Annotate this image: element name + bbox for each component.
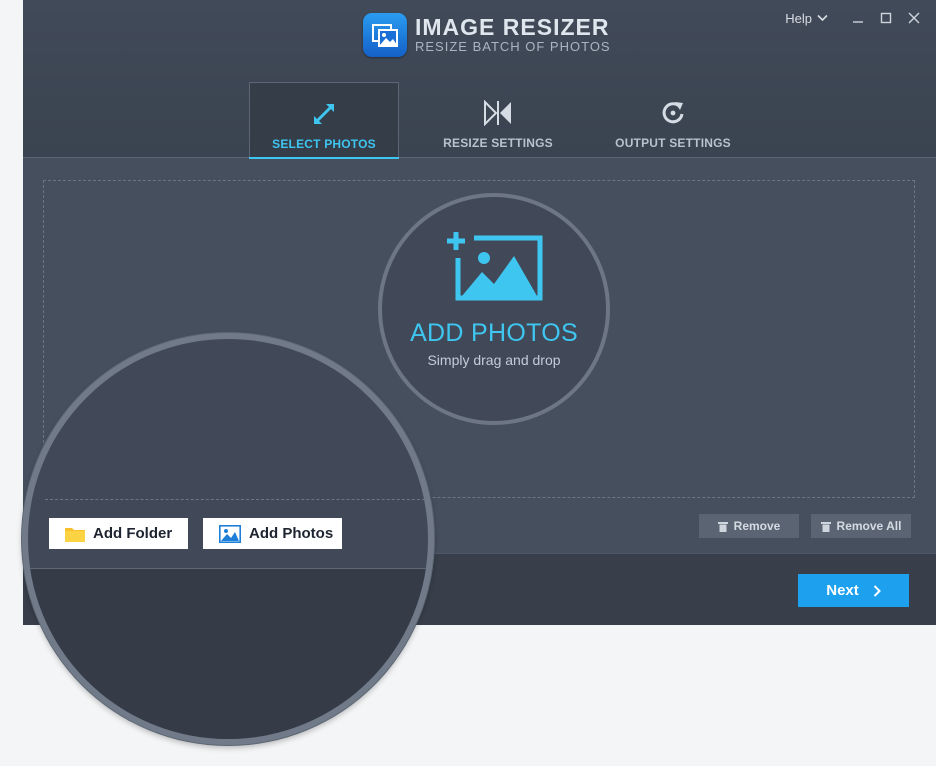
tab-label: OUTPUT SETTINGS — [615, 136, 731, 150]
chevron-right-icon — [873, 584, 881, 597]
magnified-footer — [28, 568, 428, 739]
add-folder-label: Add Folder — [93, 525, 173, 542]
magnifier-lens: Add Folder Add Photos — [22, 333, 434, 745]
add-photos-button[interactable]: Add Photos — [203, 518, 342, 549]
app-logo-icon — [363, 13, 407, 57]
tab-label: SELECT PHOTOS — [272, 137, 376, 151]
close-icon — [908, 12, 920, 24]
minimize-button[interactable] — [846, 9, 870, 27]
add-photos-title: ADD PHOTOS — [410, 319, 578, 347]
add-photos-label: Add Photos — [249, 525, 334, 542]
folder-icon — [65, 527, 85, 542]
refresh-icon — [662, 102, 684, 124]
tab-output-settings[interactable]: OUTPUT SETTINGS — [598, 82, 748, 158]
minimize-icon — [853, 21, 863, 23]
chevron-down-icon — [817, 14, 828, 22]
maximize-button[interactable] — [874, 9, 898, 27]
image-icon — [219, 524, 241, 543]
close-button[interactable] — [902, 9, 926, 27]
expand-arrows-icon — [314, 104, 334, 124]
resize-arrows-icon — [484, 100, 511, 126]
header: IMAGE RESIZER RESIZE BATCH OF PHOTOS Hel… — [23, 0, 936, 159]
trash-icon — [820, 521, 831, 532]
tab-label: RESIZE SETTINGS — [443, 136, 553, 150]
remove-all-button[interactable]: Remove All — [811, 514, 911, 538]
remove-label: Remove — [733, 519, 781, 533]
remove-button[interactable]: Remove — [699, 514, 799, 538]
help-menu[interactable]: Help — [785, 11, 828, 26]
next-button[interactable]: Next — [798, 574, 909, 607]
app-logo: IMAGE RESIZER RESIZE BATCH OF PHOTOS — [363, 13, 611, 57]
window-controls: Help — [785, 9, 926, 27]
tab-select-photos[interactable]: SELECT PHOTOS — [249, 82, 399, 159]
tab-resize-settings[interactable]: RESIZE SETTINGS — [423, 82, 573, 158]
remove-all-label: Remove All — [836, 519, 902, 533]
app-title: IMAGE RESIZER — [415, 14, 610, 40]
add-folder-button[interactable]: Add Folder — [49, 518, 188, 549]
add-photo-icon — [447, 232, 543, 301]
trash-icon — [717, 521, 728, 532]
add-photos-target[interactable]: ADD PHOTOS Simply drag and drop — [378, 193, 610, 425]
next-label: Next — [826, 582, 859, 599]
add-photos-subtitle: Simply drag and drop — [427, 352, 561, 368]
help-label: Help — [785, 10, 812, 26]
maximize-icon — [880, 12, 892, 24]
app-subtitle: RESIZE BATCH OF PHOTOS — [415, 39, 611, 54]
dropzone-border — [45, 499, 428, 500]
